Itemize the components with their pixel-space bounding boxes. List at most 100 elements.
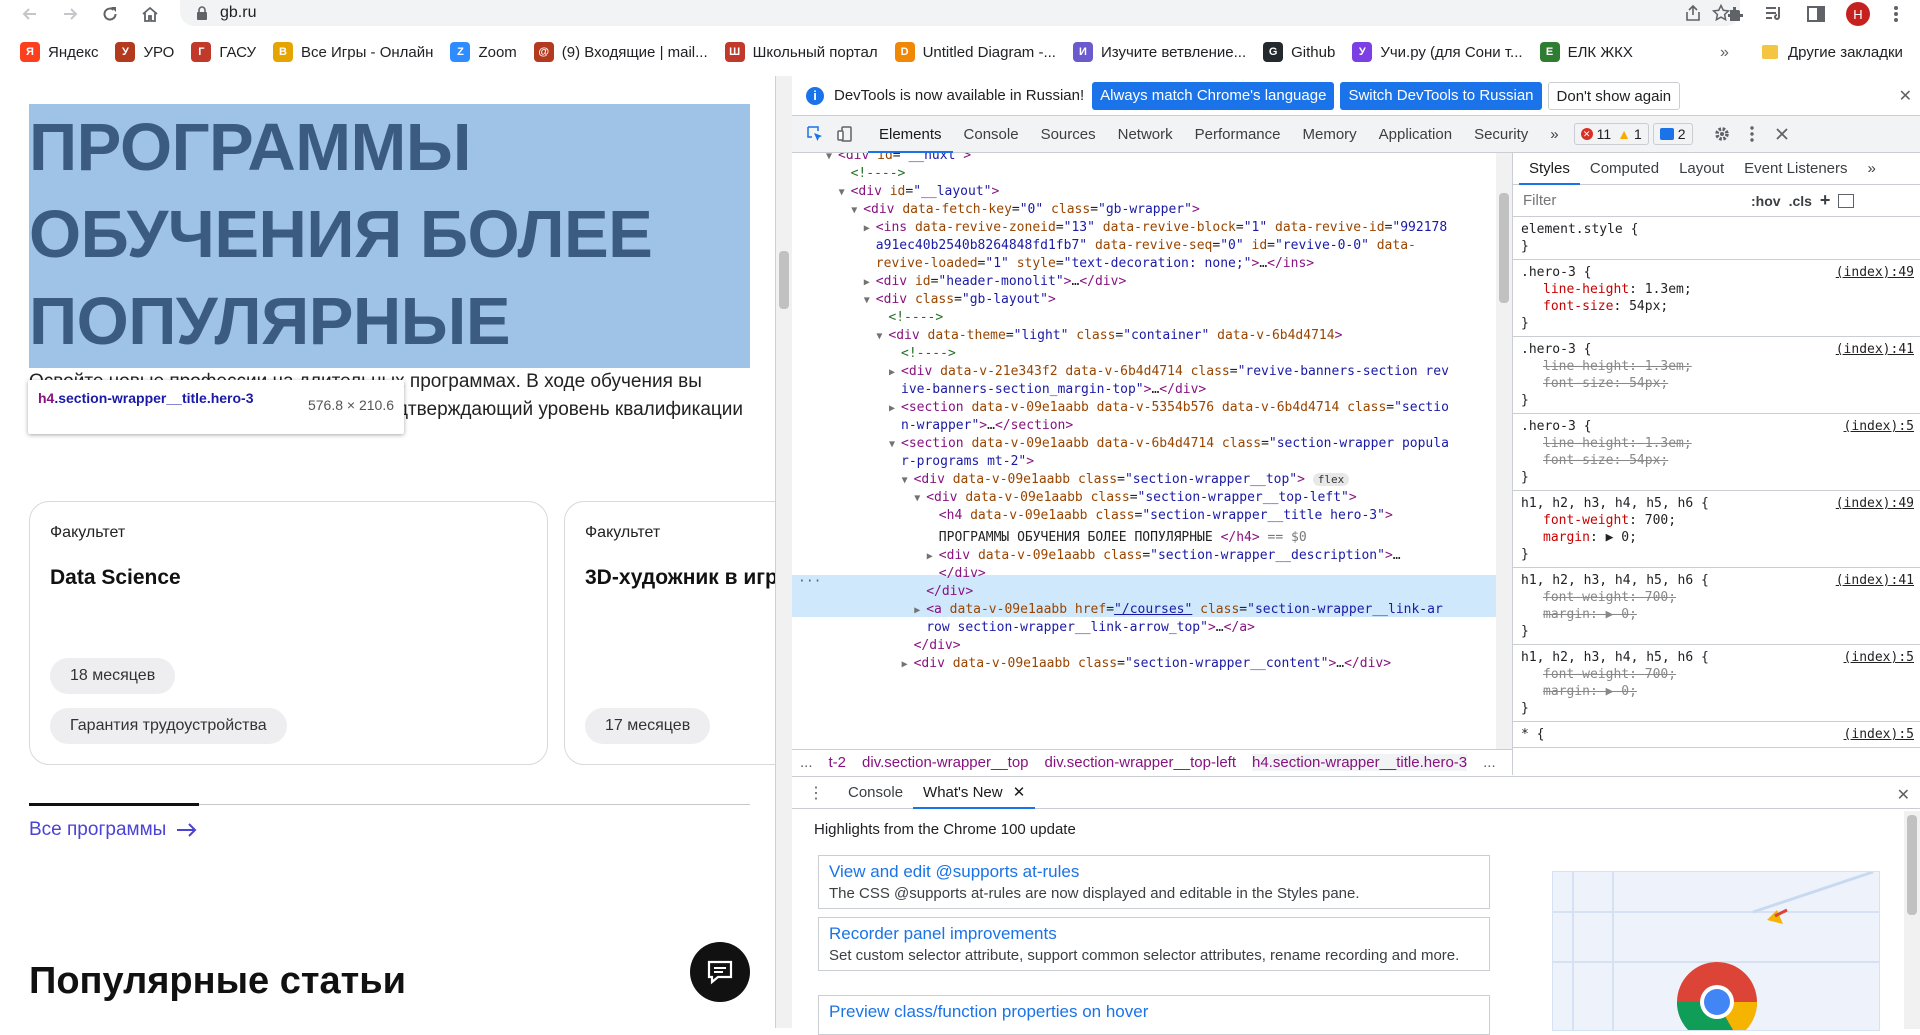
device-toolbar-icon[interactable] bbox=[830, 119, 860, 149]
scrollbar-thumb[interactable] bbox=[779, 251, 789, 309]
styles-tab[interactable]: Computed bbox=[1580, 153, 1669, 185]
other-bookmarks-folder[interactable]: Другие закладки bbox=[1762, 36, 1903, 68]
close-devtools-icon[interactable] bbox=[1767, 119, 1797, 149]
more-tabs-icon[interactable]: » bbox=[1539, 116, 1569, 153]
css-property[interactable]: font-size: 54px; bbox=[1521, 452, 1912, 469]
devtools-tab[interactable]: Sources bbox=[1030, 116, 1107, 153]
all-programs-link[interactable]: Все программы bbox=[29, 819, 198, 841]
css-property[interactable]: margin: ▶ 0; bbox=[1521, 683, 1912, 700]
css-property[interactable]: font-weight: 700; bbox=[1521, 512, 1912, 529]
collapsed-triangle-icon[interactable]: ▶ bbox=[864, 274, 876, 292]
side-panel-icon[interactable] bbox=[1806, 4, 1826, 24]
devtools-tab[interactable]: Application bbox=[1368, 116, 1463, 153]
breadcrumb-item[interactable]: h4.section-wrapper__title.hero-3 bbox=[1252, 754, 1468, 771]
devtools-tab[interactable]: Network bbox=[1107, 116, 1184, 153]
styles-tab[interactable]: » bbox=[1858, 153, 1886, 185]
rule-selector[interactable]: element.style { bbox=[1521, 221, 1912, 238]
bookmark-item[interactable]: Г ГАСУ bbox=[191, 36, 256, 68]
dom-node-line[interactable]: ▶ <div data-v-09e1aabb class="section-wra… bbox=[927, 547, 1401, 569]
breadcrumb-item[interactable]: ... bbox=[1483, 754, 1496, 771]
bookmark-item[interactable]: Z Zoom bbox=[450, 36, 517, 68]
expanded-triangle-icon[interactable]: ▼ bbox=[902, 472, 914, 490]
bookmark-item[interactable]: У УРО bbox=[115, 36, 174, 68]
breadcrumb-item[interactable]: div.section-wrapper__top bbox=[862, 754, 1028, 771]
drawer-scrollbar[interactable] bbox=[1904, 811, 1920, 1029]
css-property[interactable]: font-size: 54px; bbox=[1521, 375, 1912, 392]
page-scrollbar[interactable] bbox=[776, 76, 792, 1028]
collapsed-triangle-icon[interactable]: ▶ bbox=[889, 400, 901, 418]
rule-source-link[interactable]: (index):5 bbox=[1844, 649, 1914, 666]
css-property[interactable]: line-height: 1.3em; bbox=[1521, 281, 1912, 298]
drawer-menu-icon[interactable]: ⋮ bbox=[808, 783, 824, 803]
rule-source-link[interactable]: (index):49 bbox=[1836, 495, 1914, 512]
collapsed-triangle-icon[interactable]: ▶ bbox=[914, 602, 926, 620]
extensions-icon[interactable] bbox=[1726, 4, 1746, 24]
bookmarks-overflow-icon[interactable]: » bbox=[1720, 44, 1729, 62]
expanded-triangle-icon[interactable]: ▼ bbox=[864, 292, 876, 310]
node-actions-icon[interactable]: ··· bbox=[798, 571, 821, 593]
news-item[interactable]: Recorder panel improvements Set custom s… bbox=[818, 917, 1490, 971]
styles-filter-input[interactable] bbox=[1523, 192, 1733, 209]
rule-source-link[interactable]: (index):49 bbox=[1836, 264, 1914, 281]
forward-button[interactable] bbox=[56, 0, 84, 28]
drawer-tab-console[interactable]: Console bbox=[838, 777, 913, 809]
reload-button[interactable] bbox=[96, 0, 124, 28]
back-button[interactable] bbox=[16, 0, 44, 28]
messages-badge[interactable]: 2 bbox=[1652, 123, 1693, 145]
bookmark-item[interactable]: Е ЕЛК ЖКХ bbox=[1539, 36, 1633, 68]
share-icon[interactable] bbox=[1684, 4, 1702, 22]
dom-node-line[interactable]: <h4 data-v-09e1aabb class="section-wrapp… bbox=[927, 507, 1393, 529]
program-card[interactable]: Факультет 3D-художник в играх 17 месяцев bbox=[564, 501, 775, 765]
expanded-triangle-icon[interactable]: ▼ bbox=[876, 328, 888, 346]
css-property[interactable]: font-weight: 700; bbox=[1521, 666, 1912, 683]
media-control-icon[interactable] bbox=[1764, 4, 1784, 24]
hover-state-button[interactable]: :hov bbox=[1751, 193, 1781, 209]
home-button[interactable] bbox=[136, 0, 164, 28]
css-property[interactable]: font-weight: 700; bbox=[1521, 589, 1912, 606]
devtools-tab[interactable]: Performance bbox=[1184, 116, 1292, 153]
scrollbar-thumb[interactable] bbox=[1499, 193, 1509, 303]
collapsed-triangle-icon[interactable]: ▶ bbox=[889, 364, 901, 382]
bookmark-item[interactable]: Я Яндекс bbox=[20, 36, 98, 68]
rule-source-link[interactable]: (index):41 bbox=[1836, 572, 1914, 589]
collapsed-triangle-icon[interactable]: ▶ bbox=[927, 548, 939, 566]
bookmark-item[interactable]: В Все Игры - Онлайн bbox=[273, 36, 433, 68]
news-item[interactable]: Preview class/function properties on hov… bbox=[818, 995, 1490, 1035]
breadcrumb-item[interactable]: ... bbox=[800, 754, 813, 771]
bookmark-item[interactable]: G Github bbox=[1263, 36, 1335, 68]
devtools-tab[interactable]: Elements bbox=[868, 116, 953, 153]
devtools-tab[interactable]: Memory bbox=[1292, 116, 1368, 153]
browser-menu-icon[interactable] bbox=[1886, 4, 1906, 24]
bookmark-item[interactable]: У Учи.ру (для Сони т... bbox=[1352, 36, 1523, 68]
collapsed-triangle-icon[interactable]: ▶ bbox=[864, 220, 876, 238]
drawer-tab-whats-new[interactable]: What's New ✕ bbox=[913, 777, 1036, 809]
close-drawer-icon[interactable]: ✕ bbox=[1897, 785, 1910, 805]
scrollbar-thumb[interactable] bbox=[1907, 815, 1917, 915]
expanded-triangle-icon[interactable]: ▼ bbox=[839, 184, 851, 202]
devtools-tab[interactable]: Console bbox=[953, 116, 1030, 153]
rule-source-link[interactable]: (index):5 bbox=[1844, 726, 1914, 743]
breadcrumb-item[interactable]: t-2 bbox=[829, 754, 847, 771]
issues-badge[interactable]: ✕ 11 ▲ 1 bbox=[1573, 123, 1649, 145]
rule-source-link[interactable]: (index):41 bbox=[1836, 341, 1914, 358]
bookmark-item[interactable]: @ (9) Входящие | mail... bbox=[533, 36, 708, 68]
elements-scrollbar[interactable] bbox=[1496, 153, 1512, 749]
expanded-triangle-icon[interactable]: ▼ bbox=[914, 490, 926, 508]
computed-sidebar-icon[interactable] bbox=[1838, 193, 1855, 208]
switch-language-button[interactable]: Switch DevTools to Russian bbox=[1340, 81, 1542, 110]
match-language-button[interactable]: Always match Chrome's language bbox=[1092, 81, 1335, 110]
dom-node-line[interactable]: row section-wrapper__link-arrow_top">…</… bbox=[914, 619, 1255, 641]
css-property[interactable]: margin: ▶ 0; bbox=[1521, 529, 1912, 546]
dom-node-line[interactable]: ▶ <div data-v-09e1aabb class="section-wra… bbox=[902, 655, 1391, 677]
css-property[interactable]: font-size: 54px; bbox=[1521, 298, 1912, 315]
bookmark-item[interactable]: Ш Школьный портал bbox=[724, 36, 878, 68]
devtools-tab[interactable]: Security bbox=[1463, 116, 1539, 153]
close-tab-icon[interactable]: ✕ bbox=[1013, 784, 1026, 801]
address-bar[interactable]: gb.ru bbox=[180, 0, 1740, 26]
css-property[interactable]: margin: ▶ 0; bbox=[1521, 606, 1912, 623]
expanded-triangle-icon[interactable]: ▼ bbox=[851, 202, 863, 220]
program-card[interactable]: Факультет Data Science 18 месяцев Гарант… bbox=[29, 501, 548, 765]
bookmark-item[interactable]: И Изучите ветвление... bbox=[1072, 36, 1246, 68]
styles-tab[interactable]: Event Listeners bbox=[1734, 153, 1857, 185]
expanded-triangle-icon[interactable]: ▼ bbox=[889, 436, 901, 454]
